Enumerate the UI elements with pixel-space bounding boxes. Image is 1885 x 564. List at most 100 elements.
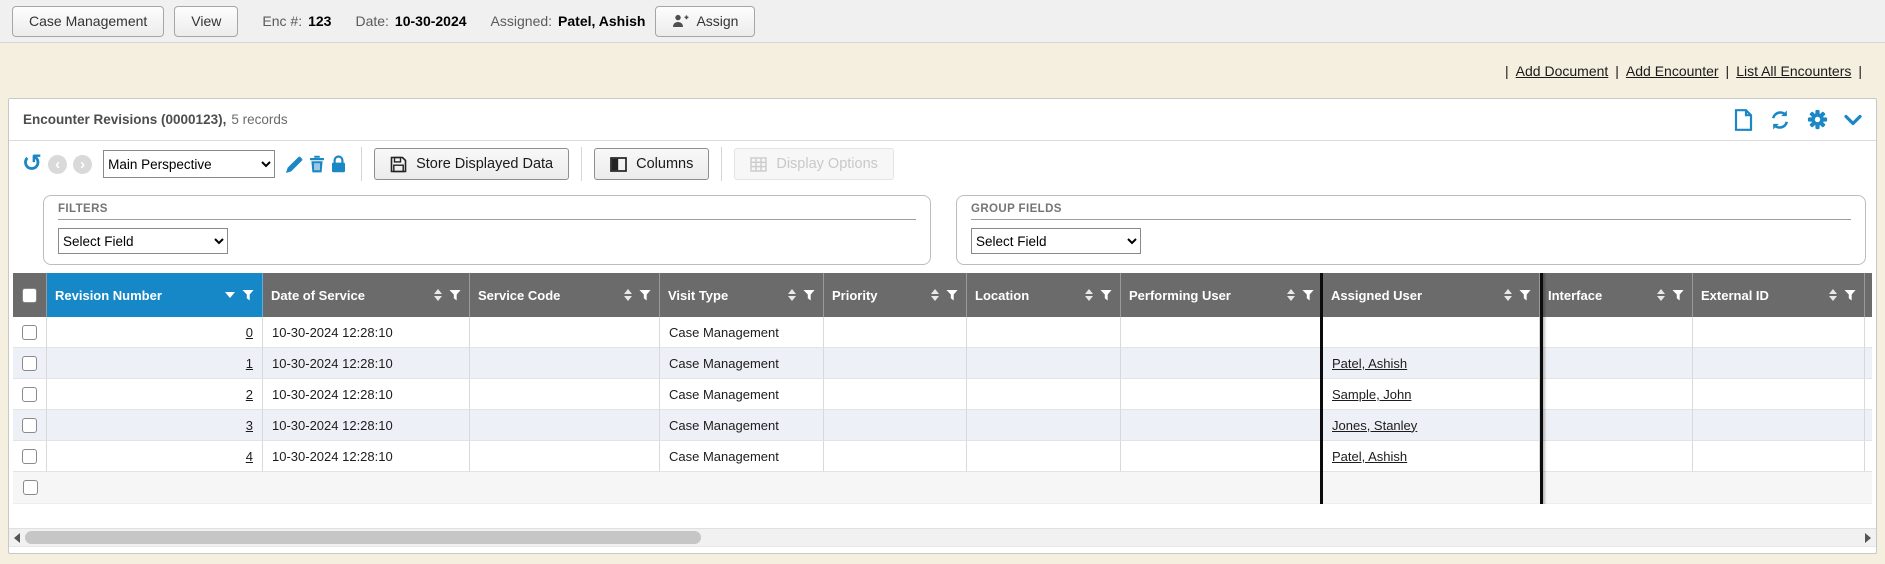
columns-button[interactable]: Columns — [594, 148, 709, 180]
assigned_user-link[interactable]: Patel, Ashish — [1332, 356, 1407, 371]
grid-empty-row — [13, 472, 1872, 504]
sort-icon-visit_type[interactable] — [788, 289, 796, 301]
filters-fieldset: FILTERS Select Field — [43, 195, 931, 265]
sort-icon-location[interactable] — [1085, 289, 1093, 301]
row-checkbox[interactable] — [22, 449, 37, 464]
filter-funnel-icon-external_id[interactable] — [1844, 290, 1856, 301]
lock-icon[interactable] — [331, 155, 346, 173]
forward-circle-icon[interactable]: › — [73, 155, 92, 174]
column-header-location[interactable]: Location — [967, 273, 1121, 317]
row-checkbox[interactable] — [22, 387, 37, 402]
filter-funnel-icon-revision[interactable] — [242, 290, 254, 301]
column-header-performing_user[interactable]: Performing User — [1121, 273, 1323, 317]
cell-external_id — [1693, 317, 1865, 348]
revision-link[interactable]: 1 — [246, 356, 253, 371]
new-document-icon[interactable] — [1734, 109, 1753, 131]
column-header-external_id[interactable]: External ID — [1693, 273, 1865, 317]
table-row: 310-30-2024 12:28:10Case ManagementJones… — [13, 410, 1872, 441]
case-management-button[interactable]: Case Management — [12, 6, 164, 37]
undo-icon[interactable]: ↺ — [22, 153, 42, 175]
column-header-service_code[interactable]: Service Code — [470, 273, 660, 317]
filters-field-select[interactable]: Select Field — [58, 228, 228, 254]
cell-visit_type: Case Management — [660, 441, 824, 472]
column-header-priority[interactable]: Priority — [824, 273, 967, 317]
link-add-encounter[interactable]: Add Encounter — [1626, 63, 1719, 79]
sort-icon-assigned_user[interactable] — [1504, 289, 1512, 301]
row-checkbox[interactable] — [22, 418, 37, 433]
sort-icon-service_code[interactable] — [624, 289, 632, 301]
group-fields-select[interactable]: Select Field — [971, 228, 1141, 254]
filter-funnel-icon-assigned_user[interactable] — [1519, 290, 1531, 301]
revision-link[interactable]: 4 — [246, 449, 253, 464]
horizontal-scrollbar[interactable] — [9, 528, 1876, 547]
table-row: 210-30-2024 12:28:10Case ManagementSampl… — [13, 379, 1872, 410]
view-button[interactable]: View — [174, 6, 238, 37]
cell-assigned_user: Sample, John — [1323, 379, 1540, 410]
edit-pencil-icon[interactable] — [286, 156, 303, 173]
cell-service_code — [470, 379, 660, 410]
sort-icon-external_id[interactable] — [1829, 289, 1837, 301]
cell-s_partial — [1865, 441, 1872, 472]
column-header-checkbox[interactable] — [13, 273, 47, 317]
empty-row-checkbox[interactable] — [23, 480, 38, 495]
sort-icon-revision[interactable] — [225, 292, 235, 298]
column-label-date_of_service: Date of Service — [271, 288, 427, 303]
grid-header-row: Revision Number Date of Service Service Co… — [13, 273, 1872, 317]
cell-priority — [824, 410, 967, 441]
display-options-button[interactable]: Display Options — [734, 148, 894, 180]
column-header-assigned_user[interactable]: Assigned User — [1323, 273, 1540, 317]
column-label-visit_type: Visit Type — [668, 288, 781, 303]
column-header-interface[interactable]: Interface — [1540, 273, 1693, 317]
cell-performing_user — [1121, 441, 1323, 472]
display-options-grid-icon — [750, 157, 767, 172]
scroll-left-arrow[interactable] — [9, 529, 25, 546]
sort-icon-interface[interactable] — [1657, 289, 1665, 301]
scrollbar-thumb[interactable] — [25, 531, 701, 544]
collapse-chevron-icon[interactable] — [1844, 114, 1862, 126]
assign-button[interactable]: Assign — [655, 6, 755, 37]
cell-performing_user — [1121, 317, 1323, 348]
sort-icon-performing_user[interactable] — [1287, 289, 1295, 301]
sort-icon-date_of_service[interactable] — [434, 289, 442, 301]
column-header-date_of_service[interactable]: Date of Service — [263, 273, 470, 317]
delete-trash-icon[interactable] — [309, 155, 325, 173]
row-checkbox[interactable] — [22, 356, 37, 371]
sort-icon-priority[interactable] — [931, 289, 939, 301]
revision-link[interactable]: 2 — [246, 387, 253, 402]
store-displayed-data-button[interactable]: Store Displayed Data — [374, 148, 569, 180]
select-all-checkbox[interactable] — [22, 288, 37, 303]
settings-gear-icon[interactable] — [1807, 109, 1828, 130]
assigned_user-link[interactable]: Patel, Ashish — [1332, 449, 1407, 464]
filter-funnel-icon-service_code[interactable] — [639, 290, 651, 301]
filter-funnel-icon-priority[interactable] — [946, 290, 958, 301]
assigned_user-link[interactable]: Jones, Stanley — [1332, 418, 1417, 433]
link-list-all-encounters[interactable]: List All Encounters — [1736, 63, 1851, 79]
link-separator: | — [1726, 63, 1730, 79]
date-value: 10-30-2024 — [395, 13, 467, 29]
table-row: 010-30-2024 12:28:10Case Management — [13, 317, 1872, 348]
filter-funnel-icon-location[interactable] — [1100, 290, 1112, 301]
column-label-revision: Revision Number — [55, 288, 218, 303]
row-checkbox[interactable] — [22, 325, 37, 340]
perspective-select[interactable]: Main Perspective — [103, 150, 275, 178]
save-floppy-icon — [390, 156, 407, 173]
filter-funnel-icon-visit_type[interactable] — [803, 290, 815, 301]
back-circle-icon[interactable]: ‹ — [48, 155, 67, 174]
column-header-visit_type[interactable]: Visit Type — [660, 273, 824, 317]
column-label-priority: Priority — [832, 288, 924, 303]
cell-service_code — [470, 317, 660, 348]
store-displayed-data-label: Store Displayed Data — [416, 156, 553, 172]
link-add-document[interactable]: Add Document — [1516, 63, 1609, 79]
filter-funnel-icon-interface[interactable] — [1672, 290, 1684, 301]
assigned_user-link[interactable]: Sample, John — [1332, 387, 1412, 402]
scroll-right-arrow[interactable] — [1860, 529, 1876, 546]
column-header-revision[interactable]: Revision Number — [47, 273, 263, 317]
filter-funnel-icon-performing_user[interactable] — [1302, 290, 1314, 301]
revision-link[interactable]: 3 — [246, 418, 253, 433]
refresh-icon[interactable] — [1769, 109, 1791, 131]
filter-funnel-icon-date_of_service[interactable] — [449, 290, 461, 301]
encounter-number-field: Enc #: 123 — [262, 13, 331, 29]
column-header-s_partial[interactable]: S — [1865, 273, 1872, 317]
revision-link[interactable]: 0 — [246, 325, 253, 340]
cell-location — [967, 379, 1121, 410]
